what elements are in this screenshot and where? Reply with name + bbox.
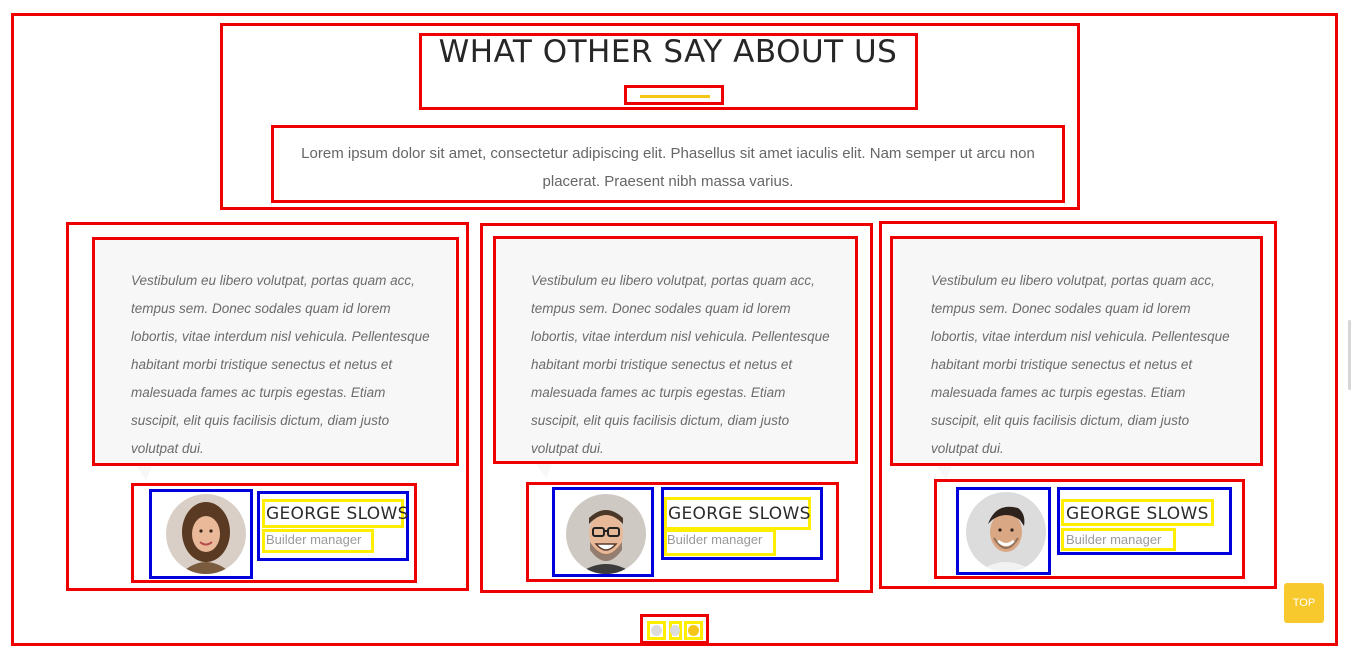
author-role: Builder manager [1066,532,1162,547]
author-name: GEORGE SLOWS [1066,504,1209,524]
quote-text: Vestibulum eu libero volutpat, portas qu… [531,273,830,456]
section-title: WHAT OTHER SAY ABOUT US [438,34,898,70]
page-scrollbar[interactable] [1348,320,1351,390]
man-glasses-portrait-icon [566,494,646,574]
man-portrait-icon [966,492,1046,572]
back-to-top-button[interactable]: TOP [1284,583,1324,623]
quote-tail [136,466,152,480]
quote-text: Vestibulum eu libero volutpat, portas qu… [131,273,430,456]
title-underline [640,95,710,98]
pagination-dot-1[interactable] [651,625,662,636]
pagination-dot-3-active[interactable] [688,625,699,636]
section-subtitle: Lorem ipsum dolor sit amet, consectetur … [301,145,1035,190]
quote-tail [536,464,552,478]
author-role: Builder manager [667,532,763,547]
woman-portrait-icon [166,494,246,574]
author-name: GEORGE SLOWS [266,504,409,524]
quote-tail [936,466,952,480]
author-role: Builder manager [266,532,362,547]
quote-text: Vestibulum eu libero volutpat, portas qu… [931,273,1230,456]
pagination-dot-2[interactable] [670,625,680,636]
author-name: GEORGE SLOWS [668,504,811,524]
